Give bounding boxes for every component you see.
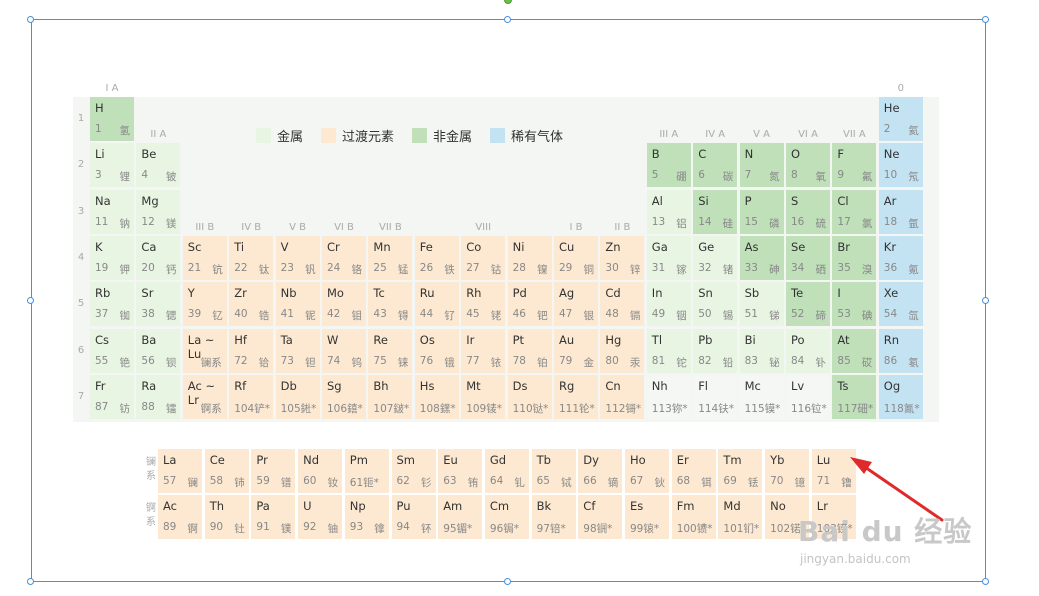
red-arrow-annotation	[850, 457, 944, 522]
baidu-watermark: Bai du 经验 jingyan.baidu.com	[794, 510, 994, 580]
watermark-url: jingyan.baidu.com	[800, 552, 911, 566]
watermark-logo: Bai du 经验	[798, 515, 973, 548]
